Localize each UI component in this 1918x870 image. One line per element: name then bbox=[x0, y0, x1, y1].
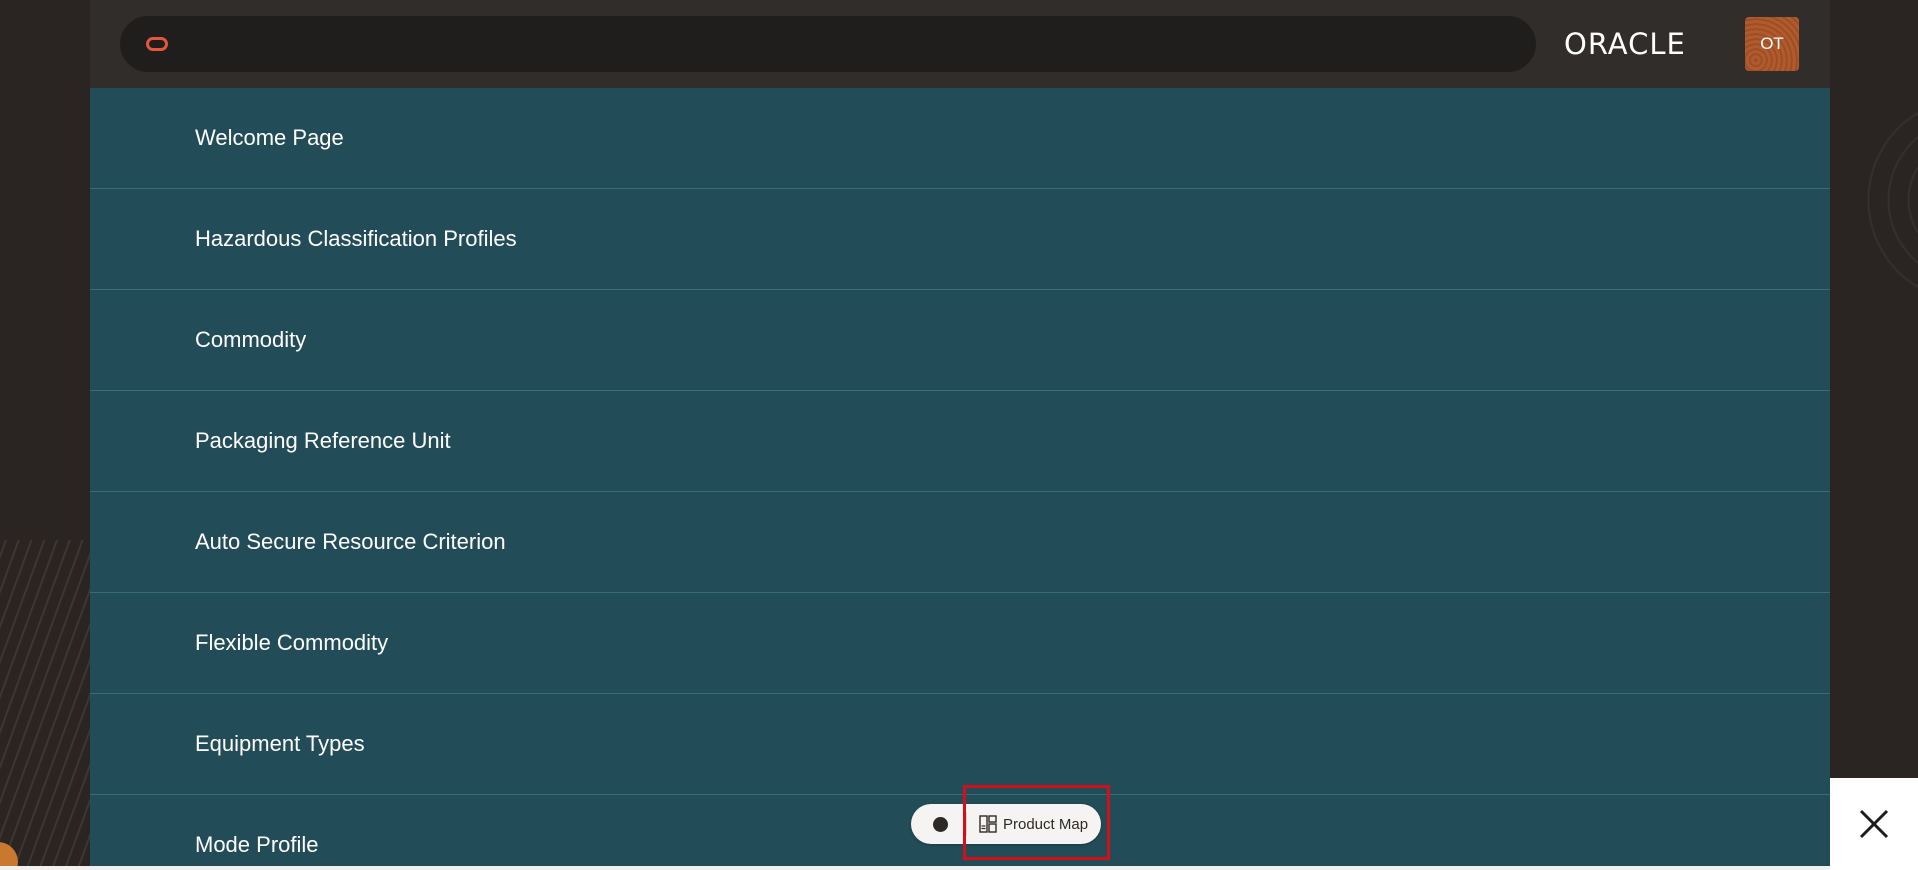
menu-item-label: Commodity bbox=[195, 327, 307, 352]
bottom-divider bbox=[0, 866, 1918, 870]
close-icon[interactable] bbox=[1858, 808, 1890, 840]
divider bbox=[966, 812, 967, 836]
oracle-logo: ORACLE bbox=[1564, 27, 1686, 61]
navigator-menu: Welcome Page Hazardous Classification Pr… bbox=[90, 88, 1830, 870]
menu-item-commodity[interactable]: Commodity bbox=[90, 290, 1830, 391]
global-header: ORACLE OT bbox=[90, 0, 1830, 88]
oracle-o-icon bbox=[146, 37, 168, 51]
menu-item-auto-secure-resource-criterion[interactable]: Auto Secure Resource Criterion bbox=[90, 492, 1830, 593]
right-decorative-background bbox=[1830, 0, 1918, 870]
left-decorative-background bbox=[0, 0, 90, 870]
menu-item-hazardous-classification-profiles[interactable]: Hazardous Classification Profiles bbox=[90, 189, 1830, 290]
menu-item-label: Packaging Reference Unit bbox=[195, 428, 451, 453]
menu-item-label: Mode Profile bbox=[195, 832, 319, 857]
menu-item-flexible-commodity[interactable]: Flexible Commodity bbox=[90, 593, 1830, 694]
menu-item-equipment-types[interactable]: Equipment Types bbox=[90, 694, 1830, 795]
menu-item-packaging-reference-unit[interactable]: Packaging Reference Unit bbox=[90, 391, 1830, 492]
floating-action-bar: Product Map bbox=[911, 804, 1101, 844]
product-map-icon bbox=[979, 815, 997, 833]
product-map-label: Product Map bbox=[1003, 815, 1089, 833]
status-dot-icon[interactable] bbox=[933, 817, 948, 832]
menu-item-welcome-page[interactable]: Welcome Page bbox=[90, 88, 1830, 189]
menu-item-label: Flexible Commodity bbox=[195, 630, 389, 655]
search-bar[interactable] bbox=[120, 16, 1536, 72]
menu-item-label: Welcome Page bbox=[195, 125, 344, 150]
page: ORACLE OT Welcome Page Hazardous Classif… bbox=[0, 0, 1918, 870]
menu-item-label: Equipment Types bbox=[195, 731, 365, 756]
product-map-button[interactable]: Product Map bbox=[971, 804, 1096, 844]
user-avatar[interactable]: OT bbox=[1745, 17, 1799, 71]
close-panel bbox=[1830, 778, 1918, 870]
menu-item-label: Hazardous Classification Profiles bbox=[195, 226, 517, 251]
menu-item-label: Auto Secure Resource Criterion bbox=[195, 529, 506, 554]
